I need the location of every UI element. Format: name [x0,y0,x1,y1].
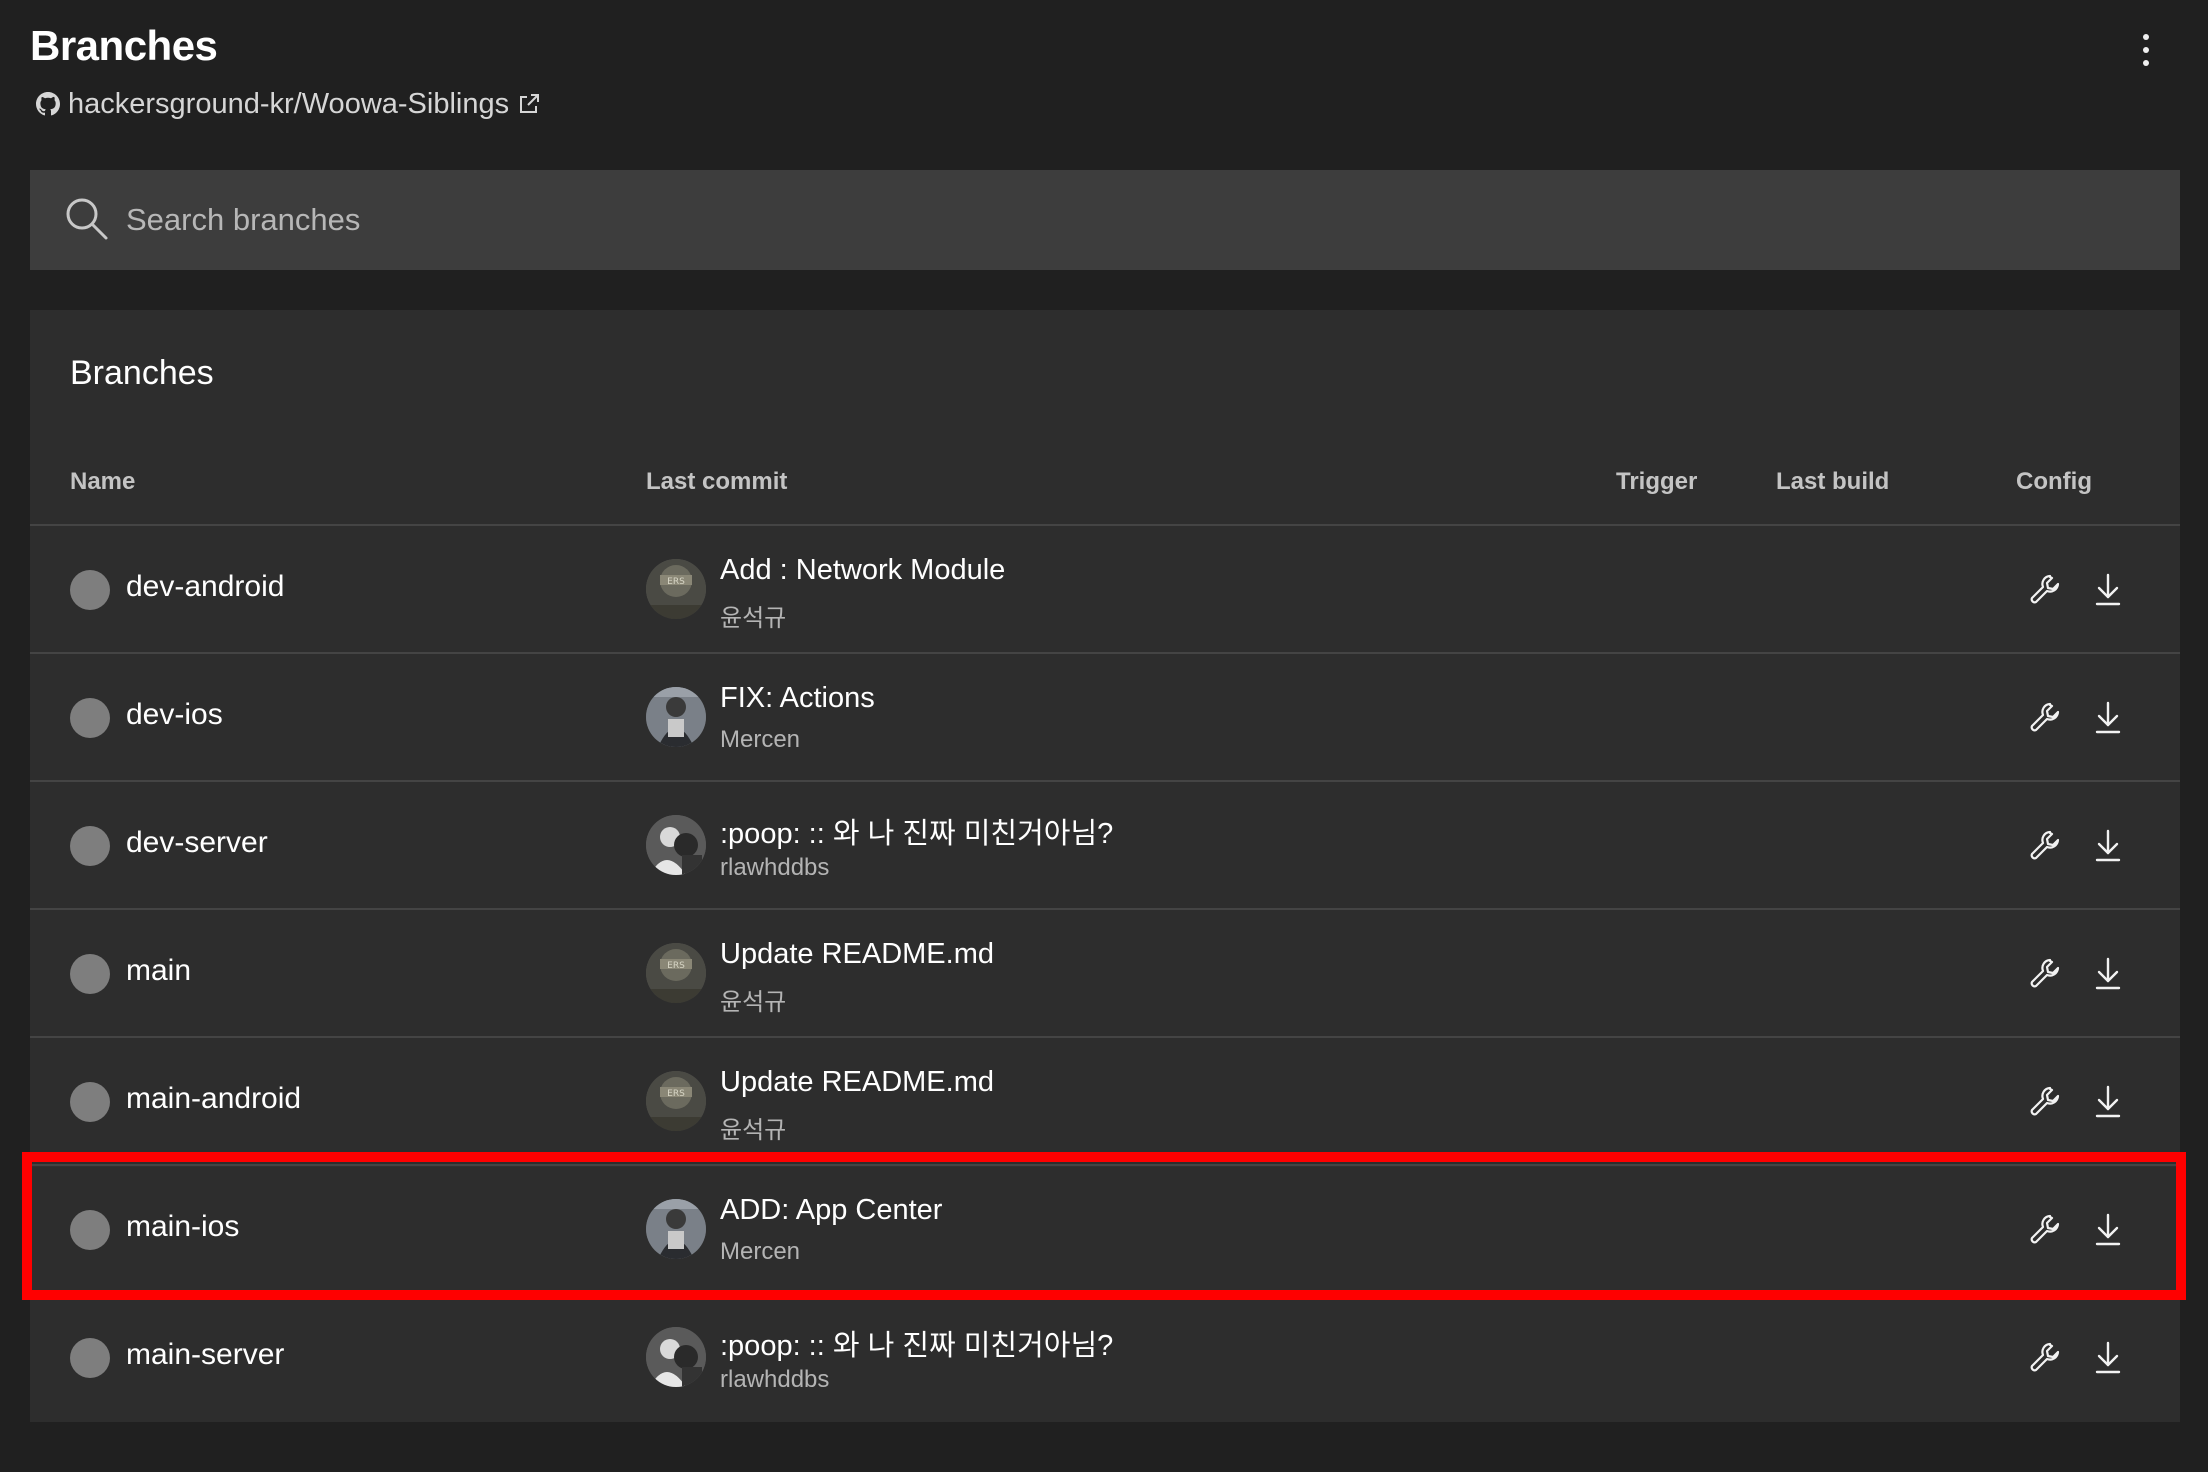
configure-wrench-icon[interactable] [2026,1082,2066,1122]
search-bar[interactable] [30,170,2180,270]
more-dot [2143,60,2149,66]
commit-author: 윤석규 [720,989,787,1016]
avatar-mercen [646,1199,706,1259]
branch-name[interactable]: main [126,954,191,988]
more-dot [2143,47,2149,53]
build-status-dot [70,1338,110,1378]
branch-list: dev-android ERS Add : Network Module 윤석규 dev… [30,526,2180,1422]
commit-author: 윤석규 [720,1117,787,1144]
commit-message: Update README.md [720,1066,994,1098]
avatar-ers: ERS [646,943,706,1003]
branch-row-main-server[interactable]: main-server :poop: :: 와 나 진짜 미친거아님?rlawhd… [30,1294,2180,1422]
branch-row-dev-android[interactable]: dev-android ERS Add : Network Module 윤석규 [30,526,2180,654]
column-header-name: Name [70,468,136,495]
configure-wrench-icon[interactable] [2026,698,2066,738]
commit-author: rlawhddbs [720,854,830,881]
avatar-rlawhddbs [646,1327,706,1387]
column-header-last-commit: Last commit [646,468,788,495]
branch-name[interactable]: main-server [126,1338,284,1372]
commit-message: :poop: :: 와 나 진짜 미친거아님? [720,1330,1114,1362]
external-link-icon [517,92,541,116]
commit-message: Add : Network Module [720,554,1006,586]
branch-name[interactable]: main-ios [126,1210,239,1244]
commit-message: FIX: Actions [720,682,875,714]
repo-link[interactable]: hackersground-kr/Woowa-Siblings [36,84,541,124]
page-title: Branches [30,22,218,69]
build-status-dot [70,570,110,610]
configure-wrench-icon[interactable] [2026,570,2066,610]
build-status-dot [70,826,110,866]
branch-row-main-android[interactable]: main-android ERS Update README.md 윤석규 [30,1038,2180,1166]
svg-text:ERS: ERS [667,1089,685,1099]
svg-text:ERS: ERS [667,577,685,587]
commit-author: Mercen [720,726,801,753]
commit-message: Update README.md [720,938,994,970]
avatar-rlawhddbs [646,815,706,875]
download-config-icon[interactable] [2088,1338,2128,1378]
branch-name[interactable]: dev-ios [126,698,223,732]
build-status-dot [70,1082,110,1122]
commit-author: rlawhddbs [720,1366,830,1393]
download-config-icon[interactable] [2088,826,2128,866]
branch-row-main[interactable]: main ERS Update README.md 윤석규 [30,910,2180,1038]
configure-wrench-icon[interactable] [2026,826,2066,866]
column-header-last-build: Last build [1776,468,1890,495]
search-input[interactable] [126,170,2106,270]
configure-wrench-icon[interactable] [2026,1210,2066,1250]
download-config-icon[interactable] [2088,1210,2128,1250]
more-dot [2143,34,2149,40]
branches-panel: Branches Name Last commit Trigger Last b… [30,310,2180,1422]
panel-title: Branches [70,354,214,392]
branch-name[interactable]: dev-server [126,826,268,860]
column-header-config: Config [2016,468,2092,495]
github-icon [36,92,60,116]
more-options-button[interactable] [2126,28,2166,72]
avatar-ers: ERS [646,1071,706,1131]
configure-wrench-icon[interactable] [2026,954,2066,994]
commit-message: :poop: :: 와 나 진짜 미친거아님? [720,818,1114,850]
download-config-icon[interactable] [2088,698,2128,738]
branch-row-main-ios[interactable]: main-ios ADD: App Center Mercen [30,1166,2180,1294]
download-config-icon[interactable] [2088,570,2128,610]
branch-name[interactable]: main-android [126,1082,301,1116]
build-status-dot [70,1210,110,1250]
commit-message: ADD: App Center [720,1194,943,1226]
svg-text:ERS: ERS [667,961,685,971]
commit-author: Mercen [720,1238,801,1265]
branch-row-dev-ios[interactable]: dev-ios FIX: Actions Mercen [30,654,2180,782]
download-config-icon[interactable] [2088,954,2128,994]
column-header-trigger: Trigger [1616,468,1698,495]
build-status-dot [70,954,110,994]
branch-row-dev-server[interactable]: dev-server :poop: :: 와 나 진짜 미친거아님?rlawhdd… [30,782,2180,910]
branch-name[interactable]: dev-android [126,570,284,604]
build-status-dot [70,698,110,738]
configure-wrench-icon[interactable] [2026,1338,2066,1378]
search-icon [64,196,110,247]
commit-author: 윤석규 [720,605,787,632]
avatar-mercen [646,687,706,747]
download-config-icon[interactable] [2088,1082,2128,1122]
repo-name: hackersground-kr/Woowa-Siblings [68,87,510,120]
avatar-ers: ERS [646,559,706,619]
